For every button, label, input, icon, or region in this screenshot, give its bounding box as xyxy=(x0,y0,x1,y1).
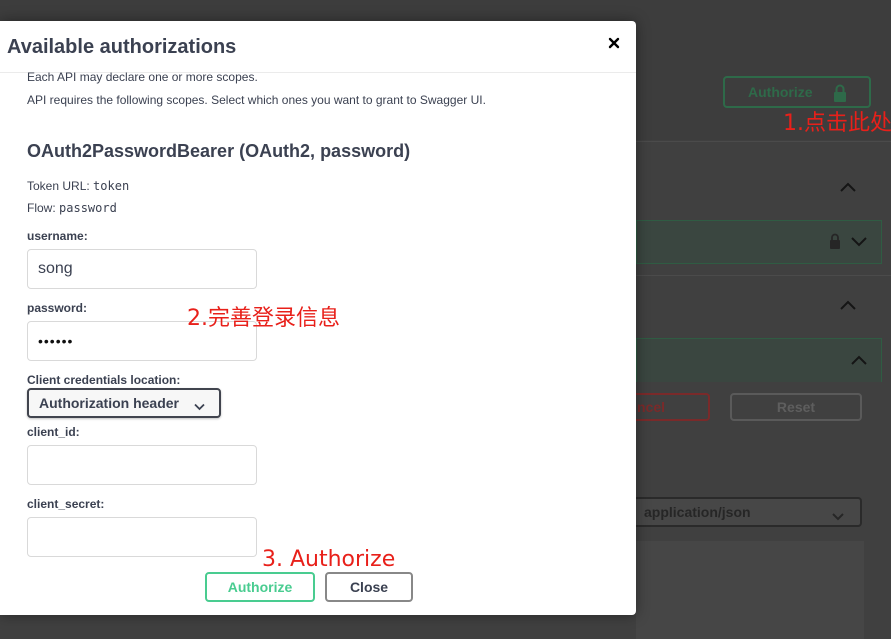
client-id-label: client_id: xyxy=(27,425,80,439)
annotation-step-3: 3. Authorize xyxy=(262,547,396,572)
chevron-up-icon[interactable] xyxy=(840,180,856,194)
close-button[interactable]: Close xyxy=(325,572,413,602)
close-icon[interactable] xyxy=(606,35,622,51)
flow-value: password xyxy=(59,201,117,215)
token-url-value: token xyxy=(93,179,130,193)
annotation-step-1: 1.点击此处 xyxy=(783,111,891,136)
response-panel xyxy=(636,541,864,639)
operation-row[interactable] xyxy=(636,220,882,264)
chevron-down-icon[interactable] xyxy=(851,235,867,253)
client-location-label: Client credentials location: xyxy=(27,373,181,387)
divider xyxy=(636,141,891,142)
client-location-value: Authorization header xyxy=(39,395,180,411)
username-field[interactable] xyxy=(27,249,257,289)
flow: Flow: password xyxy=(27,201,117,215)
token-url: Token URL: token xyxy=(27,179,129,193)
auth-scheme-title: OAuth2PasswordBearer (OAuth2, password) xyxy=(27,141,411,161)
username-label: username: xyxy=(27,229,88,243)
lock-icon xyxy=(833,84,847,105)
modal-body: Each API may declare one or more scopes.… xyxy=(0,70,636,615)
token-url-label: Token URL: xyxy=(27,179,90,193)
cancel-button-background[interactable]: ncel xyxy=(636,393,710,421)
chevron-up-icon[interactable] xyxy=(851,353,867,371)
flow-label: Flow: xyxy=(27,201,56,215)
divider xyxy=(636,275,891,276)
chevron-up-icon[interactable] xyxy=(840,298,856,312)
content-type-select[interactable]: application/json xyxy=(636,497,862,527)
modal-header: Available authorizations xyxy=(0,21,636,73)
reset-button-background[interactable]: Reset xyxy=(730,393,862,421)
client-id-field[interactable] xyxy=(27,445,257,485)
client-secret-label: client_secret: xyxy=(27,497,105,511)
authorize-button[interactable]: Authorize xyxy=(205,572,315,602)
close-button-label: Close xyxy=(349,579,389,595)
reset-label: Reset xyxy=(776,399,816,415)
scope-description: Each API may declare one or more scopes. xyxy=(27,70,258,84)
lock-icon xyxy=(829,233,841,254)
chevron-down-icon xyxy=(832,508,844,524)
modal-title: Available authorizations xyxy=(7,36,237,58)
cancel-label: ncel xyxy=(637,399,666,415)
authorize-button-background[interactable]: Authorize xyxy=(723,76,871,108)
content-type-value: application/json xyxy=(644,504,751,520)
client-secret-field[interactable] xyxy=(27,517,257,557)
authorize-button-label: Authorize xyxy=(227,579,293,595)
password-label: password: xyxy=(27,301,88,315)
operation-row-expanded[interactable] xyxy=(636,338,882,382)
authorize-label: Authorize xyxy=(748,84,813,100)
client-location-select[interactable]: Authorization header xyxy=(27,388,221,418)
chevron-down-icon xyxy=(194,398,205,414)
scope-description: API requires the following scopes. Selec… xyxy=(27,93,486,107)
annotation-step-2: 2.完善登录信息 xyxy=(187,306,340,331)
